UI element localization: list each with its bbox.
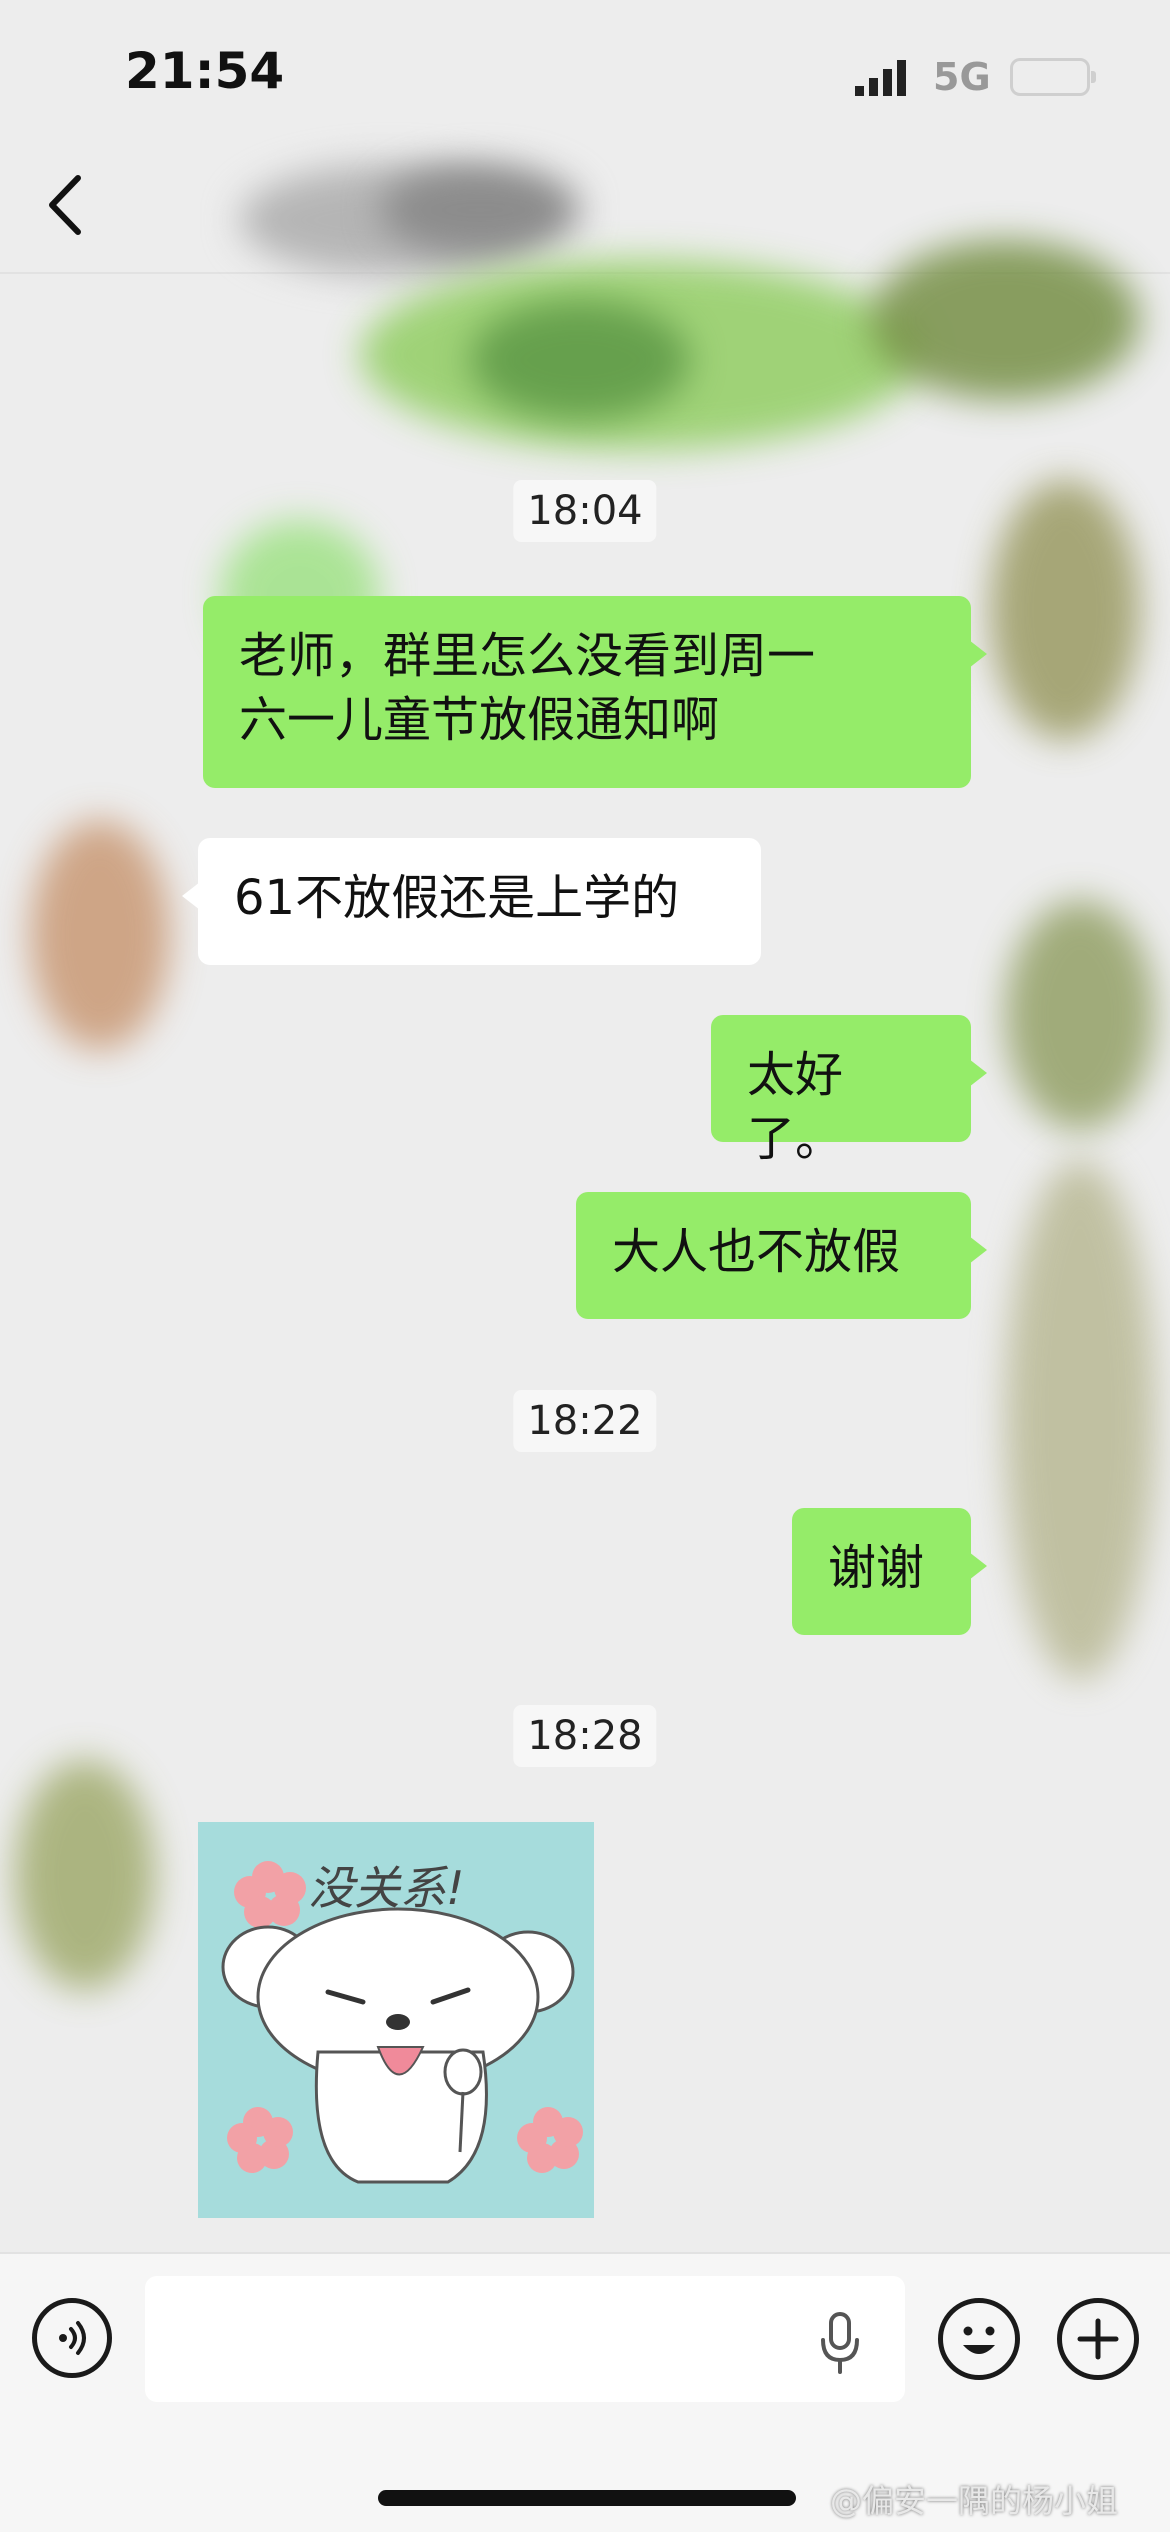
- dog-illustration: [221, 1861, 583, 2184]
- chevron-left-icon[interactable]: [40, 170, 90, 240]
- blurred-region: [870, 240, 1140, 400]
- emoji-icon[interactable]: [938, 2298, 1020, 2380]
- blurred-region: [1005, 1160, 1155, 1680]
- signal-icon: [855, 60, 906, 96]
- blurred-region: [1005, 900, 1155, 1130]
- timestamp: 18:28: [513, 1705, 657, 1767]
- received-message[interactable]: 61不放假还是上学的: [182, 838, 761, 965]
- message-line: 老师，群里怎么没看到周一: [239, 628, 816, 684]
- timestamp: 18:22: [513, 1390, 657, 1452]
- blurred-region: [15, 1760, 155, 1990]
- blurred-region: [990, 480, 1140, 740]
- blurred-region: [470, 300, 690, 420]
- message-input[interactable]: [145, 2276, 905, 2402]
- microphone-icon[interactable]: [815, 2310, 865, 2380]
- battery-icon: [1010, 58, 1096, 96]
- sent-message[interactable]: 大人也不放假: [576, 1192, 987, 1319]
- blurred-region: [380, 165, 580, 255]
- voice-icon[interactable]: [32, 2298, 112, 2378]
- sent-message[interactable]: 太好了。: [711, 1015, 987, 1167]
- network-label: 5G: [933, 55, 991, 99]
- watermark-text: @偏安一隅的杨小姐: [830, 2482, 1119, 2520]
- plus-icon[interactable]: [1057, 2298, 1139, 2380]
- message-line: 六一儿童节放假通知啊: [239, 692, 720, 748]
- sent-message[interactable]: 老师，群里怎么没看到周一 六一儿童节放假通知啊: [203, 596, 987, 788]
- timestamp: 18:04: [513, 480, 657, 542]
- home-indicator[interactable]: [378, 2490, 796, 2506]
- blurred-region: [30, 820, 170, 1050]
- sent-message[interactable]: 谢谢: [792, 1508, 987, 1635]
- sticker-image[interactable]: 没关系!: [198, 1822, 594, 2218]
- status-time: 21:54: [125, 42, 285, 100]
